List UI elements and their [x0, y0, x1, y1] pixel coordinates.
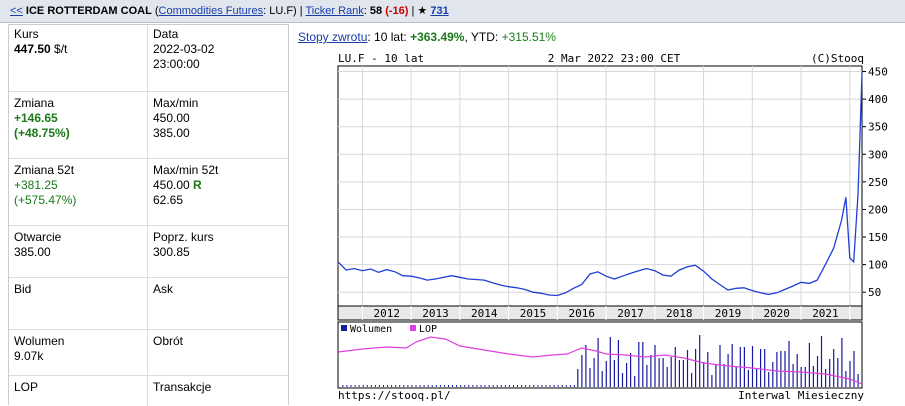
otwarcie-label: Otwarcie	[14, 230, 62, 244]
rates-text-ytd: , YTD:	[464, 30, 502, 44]
data-label: Data	[153, 27, 179, 41]
min-value: 385.00	[153, 126, 190, 140]
volume-plot-frame	[337, 321, 863, 389]
wolumen-value: 9.07k	[14, 349, 44, 363]
y-tick-label: 150	[868, 231, 888, 244]
maxmin-label: Max/min	[153, 96, 199, 110]
chart-header-date: 2 Mar 2022 23:00 CET	[548, 52, 681, 65]
otwarcie-cell: Otwarcie 385.00	[9, 226, 147, 277]
ask-label: Ask	[153, 282, 174, 296]
y-tick-label: 350	[868, 121, 888, 134]
kurs-unit: $/t	[54, 42, 68, 56]
x-tick-label: 2018	[666, 307, 693, 320]
y-tick-label: 400	[868, 93, 888, 106]
obrot-label: Obrót	[153, 334, 184, 348]
legend-lop-swatch	[410, 325, 416, 331]
legend-volume-swatch	[341, 325, 347, 331]
ask-cell: Ask	[148, 278, 288, 329]
y-tick-label: 250	[868, 176, 888, 189]
ticker-rank-link[interactable]: Ticker Rank	[305, 5, 363, 17]
poprz-kurs-label: Poprz. kurs	[153, 230, 214, 244]
y-tick-label: 200	[868, 203, 888, 216]
legend-lop-label: LOP	[419, 324, 437, 335]
y-tick-label: 450	[868, 66, 888, 79]
maxmin-cell: Max/min 450.00 385.00	[148, 92, 288, 158]
category-link[interactable]: Commodities Futures	[159, 5, 264, 17]
bid-cell: Bid	[9, 278, 147, 329]
lop-cell: LOP	[9, 376, 147, 406]
obrot-cell: Obrót	[148, 330, 288, 375]
data-date: 2022-03-02	[153, 42, 215, 56]
legend-volume-label: Wolumen	[350, 324, 392, 335]
zmiana52-cell: Zmiana 52t +381.25 (+575.47%)	[9, 159, 147, 225]
kurs-value: 447.50	[14, 42, 51, 56]
quote-info-table: Kurs 447.50 $/t Data 2022-03-02 23:00:00…	[8, 24, 289, 406]
transakcje-label: Transakcje	[153, 380, 212, 394]
x-tick-label: 2016	[568, 307, 595, 320]
kurs-cell: Kurs 447.50 $/t	[9, 25, 147, 91]
ticker-rank-change: (-16)	[385, 5, 409, 17]
zmiana52-percent: (+575.47%)	[14, 193, 77, 207]
zmiana-value: +146.65	[14, 111, 58, 125]
star-icon: ★	[417, 5, 428, 17]
x-tick-label: 2012	[373, 307, 400, 320]
x-tick-label: 2020	[763, 307, 790, 320]
chart-header-copyright: (C)Stooq	[811, 52, 864, 65]
rate-ytd-value: +315.51%	[501, 30, 556, 44]
zmiana-label: Zmiana	[14, 96, 55, 110]
price-chart[interactable]: LU.F - 10 lat 2 Mar 2022 23:00 CET (C)Stoo…	[336, 50, 894, 405]
chart-header-symbol: LU.F - 10 lat	[338, 52, 424, 65]
min52-value: 62.65	[153, 193, 184, 207]
y-tick-label: 100	[868, 259, 888, 272]
instrument-header-bar: << ICE ROTTERDAM COAL (Commodities Futur…	[0, 0, 905, 23]
maxmin52-cell: Max/min 52t 450.00 R 62.65	[148, 159, 288, 225]
instrument-symbol: : LU.F	[263, 5, 294, 17]
y-tick-label: 50	[868, 286, 881, 299]
max52-record-flag: R	[193, 178, 202, 192]
x-tick-label: 2017	[617, 307, 644, 320]
x-tick-label: 2019	[715, 307, 742, 320]
wolumen-cell: Wolumen 9.07k	[9, 330, 147, 375]
return-rates: Stopy zwrotu: 10 lat: +363.49%, YTD: +31…	[298, 30, 556, 44]
return-rates-link[interactable]: Stopy zwrotu	[298, 30, 367, 44]
ticker-rank-value: 58	[369, 5, 383, 17]
max52-value: 450.00	[153, 178, 190, 192]
poprz-kurs-cell: Poprz. kurs 300.85	[148, 226, 288, 277]
wolumen-label: Wolumen	[14, 334, 65, 348]
chart-footer-interval: Interwal Miesieczny	[738, 389, 864, 402]
transakcje-cell: Transakcje	[148, 376, 288, 406]
chart-footer-url: https://stooq.pl/	[338, 389, 451, 402]
rate-10y-value: +363.49%	[410, 30, 465, 44]
zmiana-percent: (+48.75%)	[14, 126, 70, 140]
poprz-kurs-value: 300.85	[153, 245, 190, 259]
star-count-link[interactable]: 731	[430, 5, 448, 17]
x-tick-label: 2015	[520, 307, 547, 320]
x-tick-label: 2021	[812, 307, 839, 320]
rates-text-10y: : 10 lat:	[367, 30, 411, 44]
back-link[interactable]: <<	[10, 5, 23, 17]
instrument-name: ICE ROTTERDAM COAL	[25, 5, 152, 17]
price-plot-frame	[337, 65, 863, 307]
max-value: 450.00	[153, 111, 190, 125]
y-tick-label: 300	[868, 148, 888, 161]
maxmin52-label: Max/min 52t	[153, 163, 219, 177]
lop-label: LOP	[14, 380, 39, 394]
data-cell: Data 2022-03-02 23:00:00	[148, 25, 288, 91]
x-tick-label: 2013	[422, 307, 449, 320]
zmiana-cell: Zmiana +146.65 (+48.75%)	[9, 92, 147, 158]
zmiana52-label: Zmiana 52t	[14, 163, 75, 177]
x-tick-label: 2014	[471, 307, 498, 320]
kurs-label: Kurs	[14, 27, 39, 41]
otwarcie-value: 385.00	[14, 245, 51, 259]
price-chart-svg: LU.F - 10 lat 2 Mar 2022 23:00 CET (C)Stoo…	[337, 52, 888, 402]
data-time: 23:00:00	[153, 57, 200, 71]
bid-label: Bid	[14, 282, 32, 296]
zmiana52-value: +381.25	[14, 178, 58, 192]
